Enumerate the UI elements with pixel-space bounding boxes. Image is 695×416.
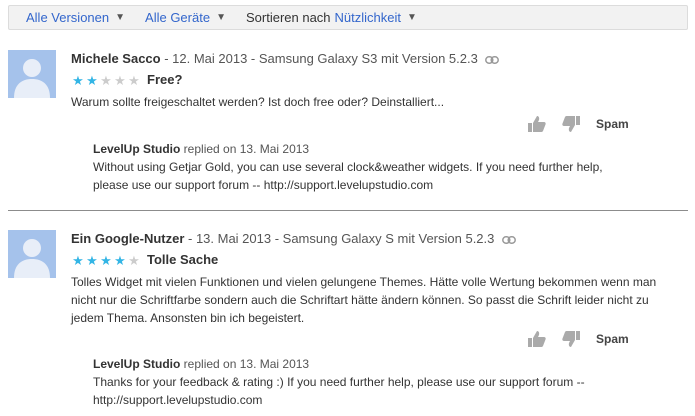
spam-button[interactable]: Spam (596, 332, 629, 346)
review-actions: Spam (526, 329, 629, 349)
star-rating: ★ ★ ★ ★ ★ (71, 254, 141, 267)
chevron-down-icon: ▼ (115, 12, 126, 23)
review-meta: - 13. Mai 2013 - Samsung Galaxy S mit Ve… (184, 231, 495, 246)
review-header: Michele Sacco - 12. Mai 2013 - Samsung G… (71, 50, 681, 67)
review-author: Ein Google-Nutzer (71, 231, 185, 246)
star-icon: ★ (100, 252, 112, 268)
review-title-line: ★ ★ ★ ★ ★ Free? (71, 71, 681, 89)
review-text: Warum sollte freigeschaltet werden? Ist … (71, 95, 445, 109)
filter-devices-label: Alle Geräte (145, 10, 211, 25)
filter-devices-dropdown[interactable]: Alle Geräte ▼ (145, 10, 226, 25)
filter-versions-dropdown[interactable]: Alle Versionen ▼ (26, 10, 125, 25)
star-icon: ★ (114, 252, 126, 268)
star-icon: ★ (100, 72, 112, 88)
reply-meta: replied on 13. Mai 2013 (180, 357, 310, 371)
star-icon: ★ (86, 252, 98, 268)
developer-reply: LevelUp Studio replied on 13. Mai 2013 T… (93, 355, 623, 409)
review-title: Free? (147, 72, 183, 87)
permalink-icon[interactable] (485, 51, 500, 68)
thumbs-down-icon[interactable] (560, 114, 582, 134)
star-icon: ★ (128, 72, 140, 88)
star-icon: ★ (114, 72, 126, 88)
reply-text: Thanks for your feedback & rating :) If … (93, 375, 585, 407)
review-actions: Spam (526, 114, 629, 134)
permalink-icon[interactable] (502, 231, 516, 248)
star-icon: ★ (86, 72, 98, 88)
star-icon: ★ (72, 252, 84, 268)
spam-button[interactable]: Spam (596, 117, 629, 131)
review-author: Michele Sacco (71, 51, 161, 66)
review-meta: - 12. Mai 2013 - Samsung Galaxy S3 mit V… (160, 51, 478, 66)
thumbs-up-icon[interactable] (526, 114, 548, 134)
review-divider (8, 210, 688, 211)
sort-value-label: Nützlichkeit (334, 10, 402, 25)
review-body: Michele Sacco - 12. Mai 2013 - Samsung G… (71, 50, 681, 111)
review-title: Tolle Sache (147, 252, 219, 267)
sort-prefix-label: Sortieren nach (245, 10, 331, 25)
developer-reply: LevelUp Studio replied on 13. Mai 2013 W… (93, 140, 623, 194)
reply-meta: replied on 13. Mai 2013 (180, 142, 310, 156)
reply-developer: LevelUp Studio (93, 142, 181, 156)
reply-developer: LevelUp Studio (93, 357, 181, 371)
star-rating: ★ ★ ★ ★ ★ (71, 74, 141, 87)
review-filter-bar: Alle Versionen ▼ Alle Geräte ▼ Sortieren… (8, 5, 688, 30)
sort-dropdown[interactable]: Sortieren nach Nützlichkeit ▼ (246, 10, 417, 25)
star-icon: ★ (72, 72, 84, 88)
chevron-down-icon: ▼ (216, 12, 226, 23)
default-user-avatar-icon (8, 230, 56, 278)
reply-text: Without using Getjar Gold, you can use s… (93, 160, 603, 192)
default-user-avatar-icon (8, 50, 56, 98)
filter-versions-label: Alle Versionen (26, 10, 110, 25)
review-title-line: ★ ★ ★ ★ ★ Tolle Sache (71, 251, 681, 269)
review-header: Ein Google-Nutzer - 13. Mai 2013 - Samsu… (71, 230, 681, 247)
review-text: Tolles Widget mit vielen Funktionen und … (71, 275, 657, 325)
thumbs-down-icon[interactable] (560, 329, 582, 349)
chevron-down-icon: ▼ (407, 12, 417, 23)
thumbs-up-icon[interactable] (526, 329, 548, 349)
review-body: Ein Google-Nutzer - 13. Mai 2013 - Samsu… (71, 230, 681, 327)
star-icon: ★ (128, 252, 140, 268)
